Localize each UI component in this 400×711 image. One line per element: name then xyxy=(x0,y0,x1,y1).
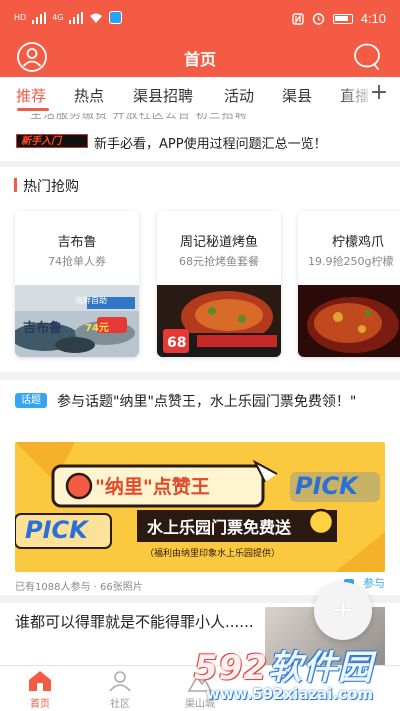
notice-text[interactable]: 新手必看，APP使用过程问题汇总一览！ xyxy=(94,133,327,152)
alarm-icon xyxy=(312,13,324,25)
bottom-navigation: 首页 社区 渠山城 xyxy=(0,665,400,711)
deal-card[interactable]: 柠檬鸡爪 19.9抢250g柠檬 xyxy=(298,211,400,357)
app-header: 首页 xyxy=(0,38,400,77)
community-icon xyxy=(109,671,131,692)
nav-label: 渠山城 xyxy=(185,699,215,710)
nav-home[interactable]: 首页 xyxy=(10,669,70,710)
status-left: HD 4G xyxy=(14,11,123,24)
app-notification-icon xyxy=(109,11,123,24)
plus-icon: + xyxy=(332,595,354,625)
nav-community[interactable]: 社区 xyxy=(90,669,150,710)
status-bar: HD 4G 4:10 xyxy=(0,0,400,38)
topic-post[interactable]: 参与话题"纳里"点赞王，水上乐园门票免费领！" 话题 "纳里"点赞王 PICK … xyxy=(0,380,400,595)
topic-banner[interactable]: "纳里"点赞王 PICK PICK 水上乐园门票免费送 （福利由纳里印象水上乐园… xyxy=(15,442,385,572)
section-title: 热门抢购 xyxy=(23,179,79,195)
banner-subtitle: 水上乐园门票免费送 xyxy=(147,518,292,537)
page-title: 首页 xyxy=(183,50,216,69)
clock: 4:10 xyxy=(360,11,386,26)
nav-city[interactable]: 渠山城 xyxy=(170,669,230,710)
battery-icon xyxy=(332,13,353,24)
topic-badge: 话题 xyxy=(15,393,47,408)
banner-note: （福利由纳里印象水上乐园提供） xyxy=(145,549,281,559)
mountain-city-icon xyxy=(187,675,213,692)
deal-card[interactable]: 吉布鲁 74抢单人券 吉布鲁 海鲜自助 74元 xyxy=(15,211,139,357)
network-label: 4G xyxy=(52,13,64,22)
tab-quxian[interactable]: 渠县 xyxy=(282,85,312,106)
post-meta: 已有1088人参与 · 66张照片 xyxy=(15,582,143,593)
scrolled-text: 生活服务缴费 开放社区公告 初三招聘 xyxy=(30,113,248,121)
signal-icon xyxy=(32,11,47,24)
add-tab-button[interactable]: + xyxy=(368,80,390,105)
hot-deals-section: 热门抢购 吉布鲁 74抢单人券 吉布鲁 海鲜自助 74元 周记秘道烤鱼 68元抢… xyxy=(0,167,400,372)
deal-card[interactable]: 周记秘道烤鱼 68元抢烤鱼套餐 68 xyxy=(157,211,281,357)
section-accent-bar xyxy=(14,178,17,192)
wifi-icon xyxy=(90,13,103,23)
deal-name: 柠檬鸡爪 xyxy=(332,235,385,250)
app-screen: HD 4G 4:10 首页 推荐 热点 渠县招聘 活动 渠县 + 生活服务缴费 … xyxy=(0,0,400,711)
deal-image-chicken-feet xyxy=(298,285,400,357)
active-tab-indicator xyxy=(17,108,49,111)
newbie-badge: 新手入门 xyxy=(16,134,88,148)
newbie-badge-label: 新手入门 xyxy=(21,136,61,147)
nav-label: 首页 xyxy=(30,699,50,710)
banner-headline: "纳里"点赞王 xyxy=(95,476,210,498)
deal-name: 周记秘道烤鱼 xyxy=(179,235,258,250)
deal-image-price: 68 xyxy=(167,335,187,351)
tab-jobs[interactable]: 渠县招聘 xyxy=(133,85,193,106)
deal-image-price: 74元 xyxy=(85,323,109,334)
banner-pick-bottom: PICK xyxy=(25,516,88,544)
nfc-icon xyxy=(291,12,304,25)
status-right: 4:10 xyxy=(291,11,386,26)
create-post-button[interactable]: + xyxy=(314,582,372,640)
nav-label: 社区 xyxy=(110,699,130,710)
deal-subtitle: 68元抢烤鱼套餐 xyxy=(179,255,259,268)
tab-hot[interactable]: 热点 xyxy=(74,85,104,106)
carrier-label-1: HD xyxy=(14,13,27,22)
deal-image-tag: 海鲜自助 xyxy=(75,296,107,305)
post-text[interactable]: 谁都可以得罪就是不能得罪小人...... xyxy=(15,611,255,633)
notice-bar[interactable]: 生活服务缴费 开放社区公告 初三招聘 新手入门 新手必看，APP使用过程问题汇总… xyxy=(0,113,400,161)
deal-subtitle: 74抢单人券 xyxy=(48,255,106,268)
tab-recommend[interactable]: 推荐 xyxy=(16,85,46,106)
chat-bubble-icon[interactable] xyxy=(352,42,382,72)
deal-name: 吉布鲁 xyxy=(57,235,97,250)
tab-events[interactable]: 活动 xyxy=(224,85,254,106)
deal-image-caption: 吉布鲁 xyxy=(23,321,63,336)
banner-pick-top: PICK xyxy=(295,472,358,500)
signal-icon-2 xyxy=(69,11,84,24)
deal-subtitle: 19.9抢250g柠檬 xyxy=(308,255,394,268)
home-icon xyxy=(29,671,51,691)
category-tabs: 推荐 热点 渠县招聘 活动 渠县 直播 + xyxy=(0,77,400,113)
post-title[interactable]: 参与话题"纳里"点赞王，水上乐园门票免费领！" xyxy=(15,390,385,414)
